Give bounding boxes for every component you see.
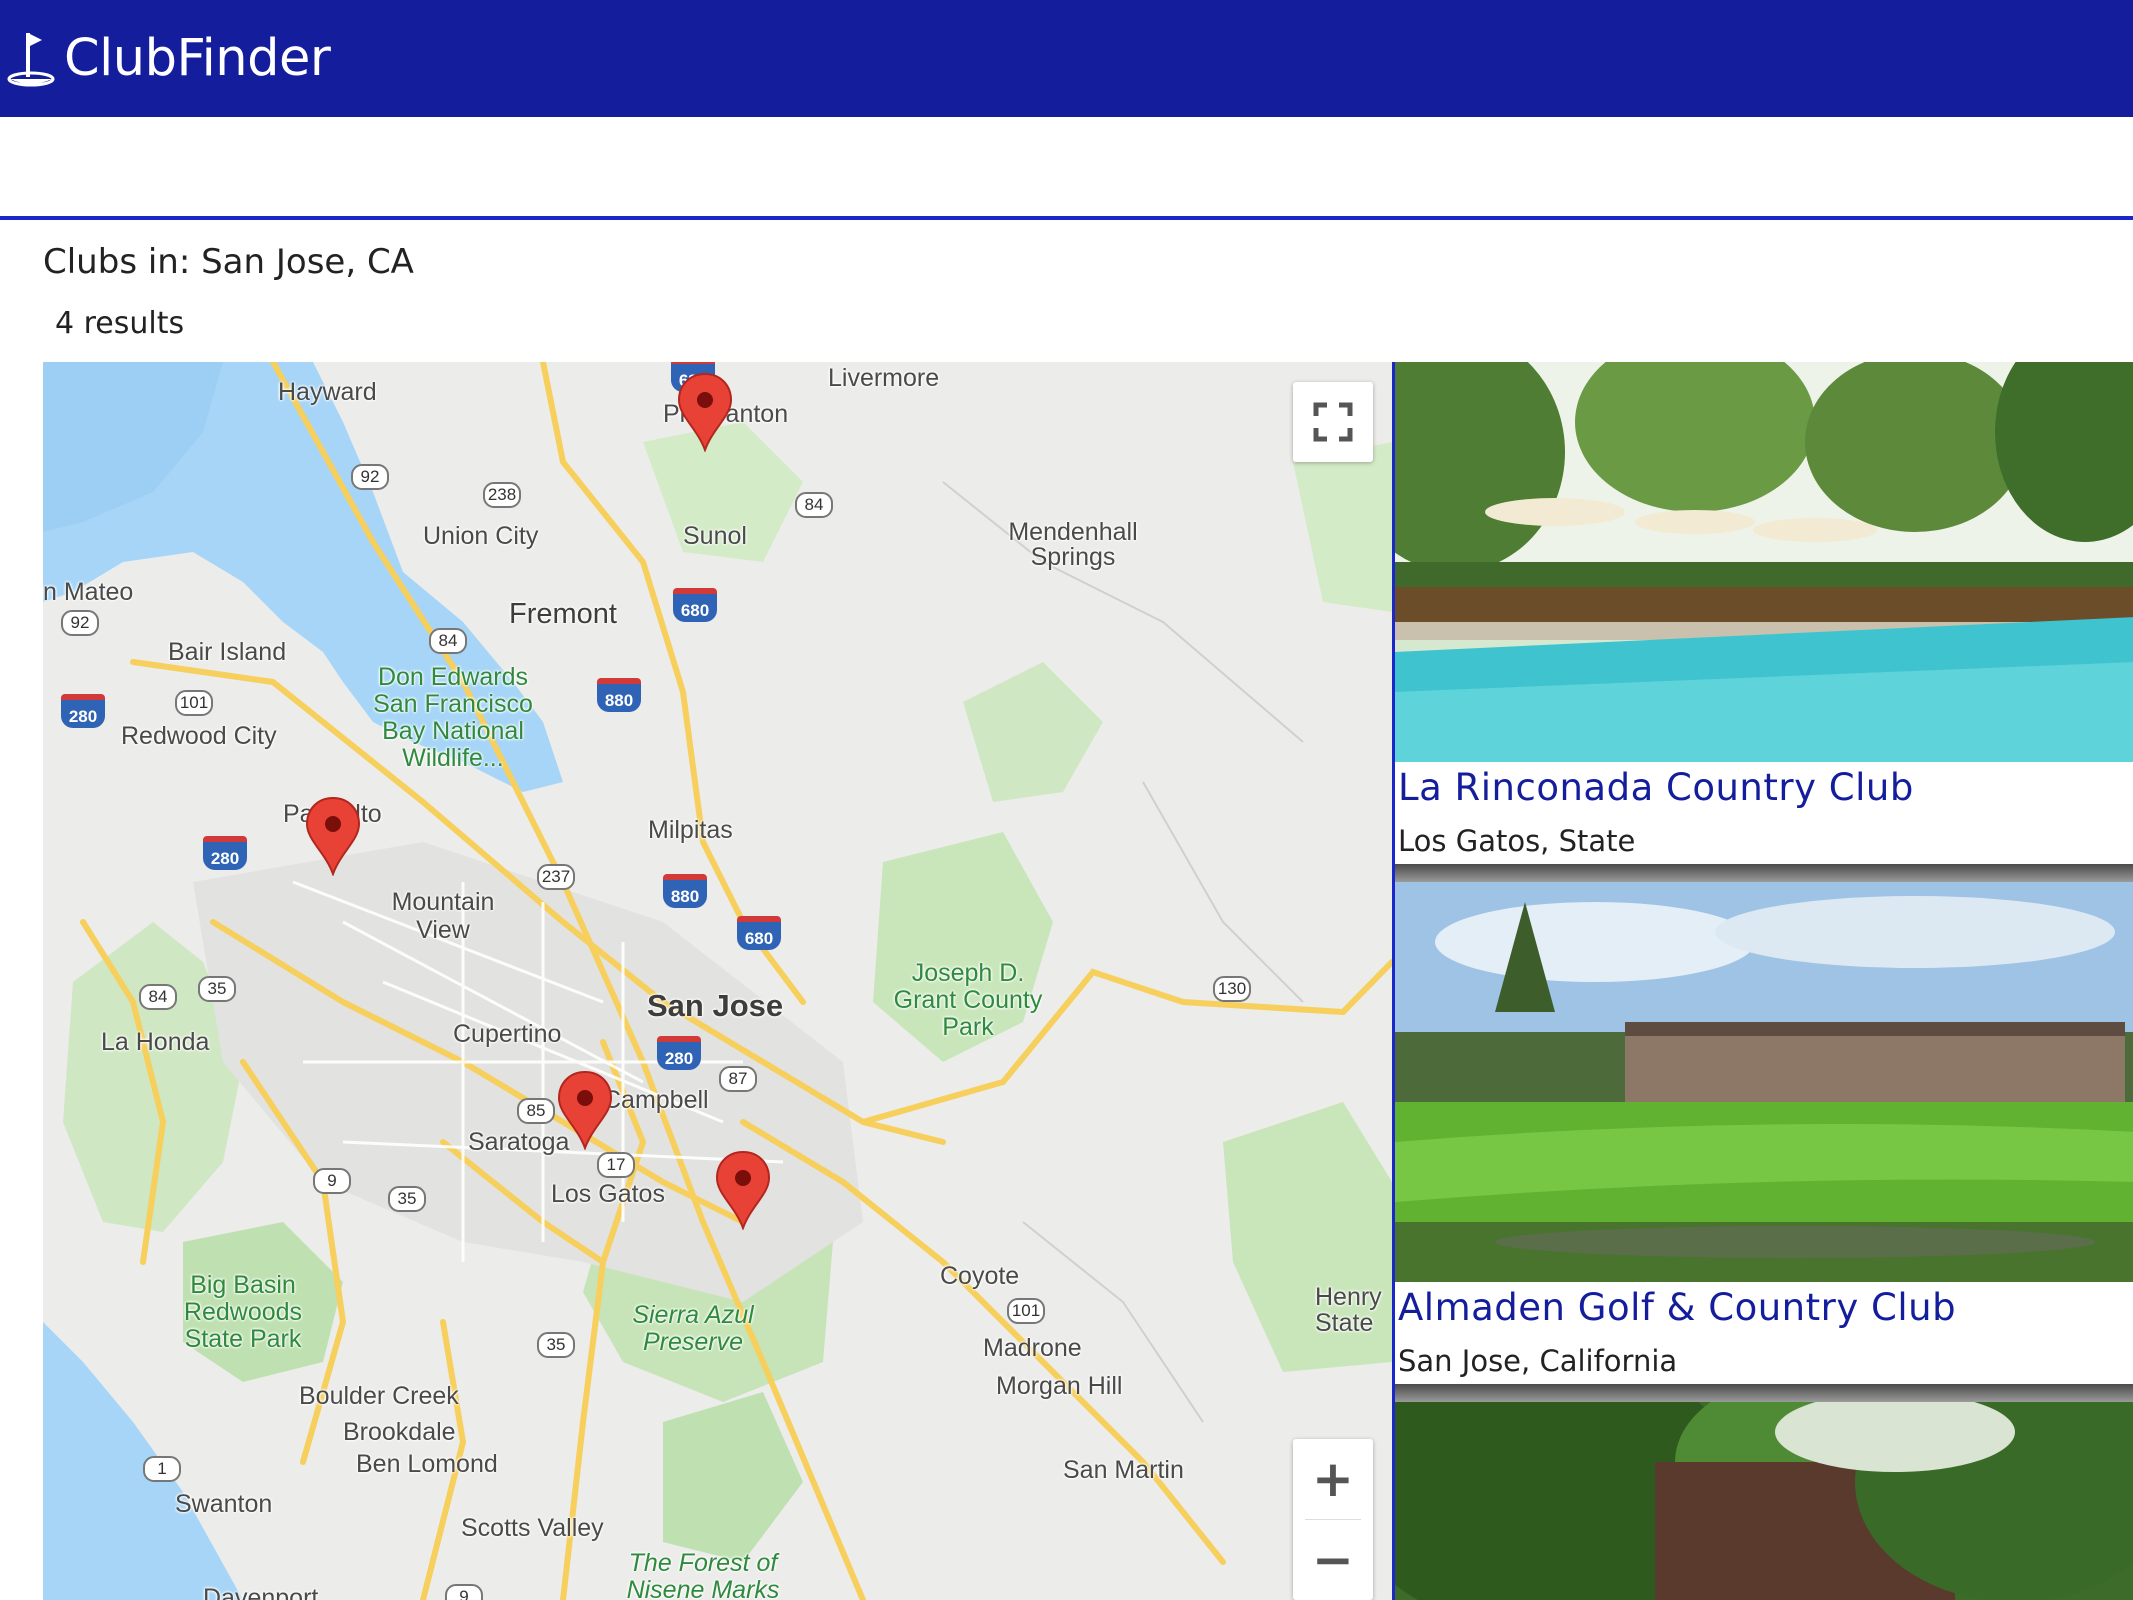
- club-name-link[interactable]: La Rinconada Country Club: [1398, 766, 1914, 809]
- card-divider: [1395, 1384, 2133, 1402]
- interstate-shield: 880: [663, 874, 707, 908]
- route-shield: 130: [1213, 976, 1251, 1002]
- club-photo: [1395, 1402, 2133, 1600]
- interstate-shield: 880: [597, 678, 641, 712]
- label-fremont: Fremont: [509, 598, 617, 630]
- label-union-city: Union City: [423, 522, 539, 550]
- label-morgan-hill: Morgan Hill: [996, 1372, 1123, 1400]
- fullscreen-button[interactable]: [1293, 382, 1373, 462]
- card-divider: [1395, 864, 2133, 882]
- route-shield: 1: [143, 1456, 181, 1482]
- route-shield: 101: [1007, 1298, 1045, 1324]
- club-marker[interactable]: [675, 372, 735, 452]
- label-henry: Henry State: [1315, 1283, 1382, 1337]
- route-shield: 35: [388, 1186, 426, 1212]
- label-mendenhall: Mendenhall Springs: [1008, 518, 1138, 571]
- result-count: 4 results: [55, 306, 185, 341]
- route-shield: 84: [429, 628, 467, 654]
- interstate-shield: 680: [737, 916, 781, 950]
- route-shield: 17: [597, 1152, 635, 1178]
- label-ben-lomond: Ben Lomond: [356, 1450, 498, 1478]
- label-don-edwards: Don Edwards San Francisco Bay National W…: [373, 663, 533, 772]
- interstate-shield: 280: [203, 836, 247, 870]
- interstate-shield: 280: [61, 694, 105, 728]
- club-name-link[interactable]: Almaden Golf & Country Club: [1398, 1286, 1956, 1329]
- header-divider: [0, 216, 2133, 220]
- label-bair-island: Bair Island: [168, 638, 287, 666]
- club-results-list[interactable]: La Rinconada Country Club Los Gatos, Sta…: [1392, 362, 2133, 1600]
- label-los-gatos: Los Gatos: [551, 1180, 665, 1208]
- top-navbar: ClubFinder: [0, 0, 2133, 117]
- brand-link[interactable]: ClubFinder: [6, 18, 331, 98]
- sub-header: [0, 117, 2133, 217]
- label-milpitas: Milpitas: [648, 816, 733, 844]
- fullscreen-icon: [1313, 402, 1353, 442]
- route-shield: 35: [198, 976, 236, 1002]
- label-hayward: Hayward: [278, 378, 377, 406]
- label-boulder-creek: Boulder Creek: [299, 1382, 459, 1410]
- route-shield: 35: [537, 1332, 575, 1358]
- label-madrone: Madrone: [983, 1334, 1082, 1362]
- golf-flag-icon: [7, 33, 55, 87]
- label-davenport: Davenport: [203, 1584, 319, 1600]
- label-san-martin: San Martin: [1063, 1456, 1184, 1484]
- club-photo: [1395, 882, 2133, 1282]
- zoom-control: + −: [1293, 1439, 1373, 1600]
- route-shield: 238: [483, 482, 521, 508]
- club-location: Los Gatos, State: [1398, 824, 1636, 858]
- label-sunol: Sunol: [683, 522, 747, 550]
- label-san-mateo: n Mateo: [43, 578, 134, 606]
- club-card[interactable]: Almaden Golf & Country Club San Jose, Ca…: [1395, 882, 2133, 1402]
- club-card[interactable]: [1395, 1402, 2133, 1600]
- route-shield: 101: [175, 690, 213, 716]
- label-brookdale: Brookdale: [343, 1418, 456, 1446]
- label-campbell: Campbell: [603, 1086, 709, 1114]
- route-shield: 92: [61, 610, 99, 636]
- club-map[interactable]: Hayward Livermore Pleasanton Union City …: [43, 362, 1392, 1600]
- page-title: Clubs in: San Jose, CA: [43, 242, 414, 282]
- route-shield: 84: [139, 984, 177, 1010]
- brand-name: ClubFinder: [64, 28, 331, 88]
- route-shield: 237: [537, 864, 575, 890]
- label-joseph-grant: Joseph D. Grant County Park: [893, 959, 1043, 1041]
- zoom-in-button[interactable]: +: [1293, 1439, 1373, 1519]
- label-cupertino: Cupertino: [453, 1020, 562, 1048]
- club-card[interactable]: La Rinconada Country Club Los Gatos, Sta…: [1395, 362, 2133, 882]
- club-photo: [1395, 362, 2133, 762]
- club-marker[interactable]: [713, 1150, 773, 1230]
- label-scotts-valley: Scotts Valley: [461, 1514, 604, 1542]
- label-sierra-azul: Sierra Azul Preserve: [632, 1301, 754, 1356]
- club-marker[interactable]: [303, 796, 363, 876]
- route-shield: 84: [795, 492, 833, 518]
- interstate-shield: 280: [657, 1036, 701, 1070]
- club-marker[interactable]: [555, 1070, 615, 1150]
- route-shield: 87: [719, 1066, 757, 1092]
- route-shield: 92: [351, 464, 389, 490]
- label-redwood-city: Redwood City: [121, 722, 277, 750]
- zoom-out-button[interactable]: −: [1293, 1520, 1373, 1600]
- route-shield: 85: [517, 1098, 555, 1124]
- interstate-shield: 680: [673, 588, 717, 622]
- route-shield: 9: [313, 1168, 351, 1194]
- label-san-jose: San Jose: [647, 988, 784, 1023]
- label-la-honda: La Honda: [101, 1028, 210, 1056]
- label-mountain-view: Mountain View: [391, 888, 495, 944]
- label-coyote: Coyote: [940, 1262, 1020, 1290]
- club-location: San Jose, California: [1398, 1344, 1678, 1378]
- route-shield: 9: [445, 1584, 483, 1600]
- label-forest-nisene: The Forest of Nisene Marks: [626, 1549, 780, 1600]
- label-big-basin: Big Basin Redwoods State Park: [183, 1271, 303, 1353]
- label-swanton: Swanton: [175, 1490, 273, 1518]
- label-livermore: Livermore: [828, 364, 940, 392]
